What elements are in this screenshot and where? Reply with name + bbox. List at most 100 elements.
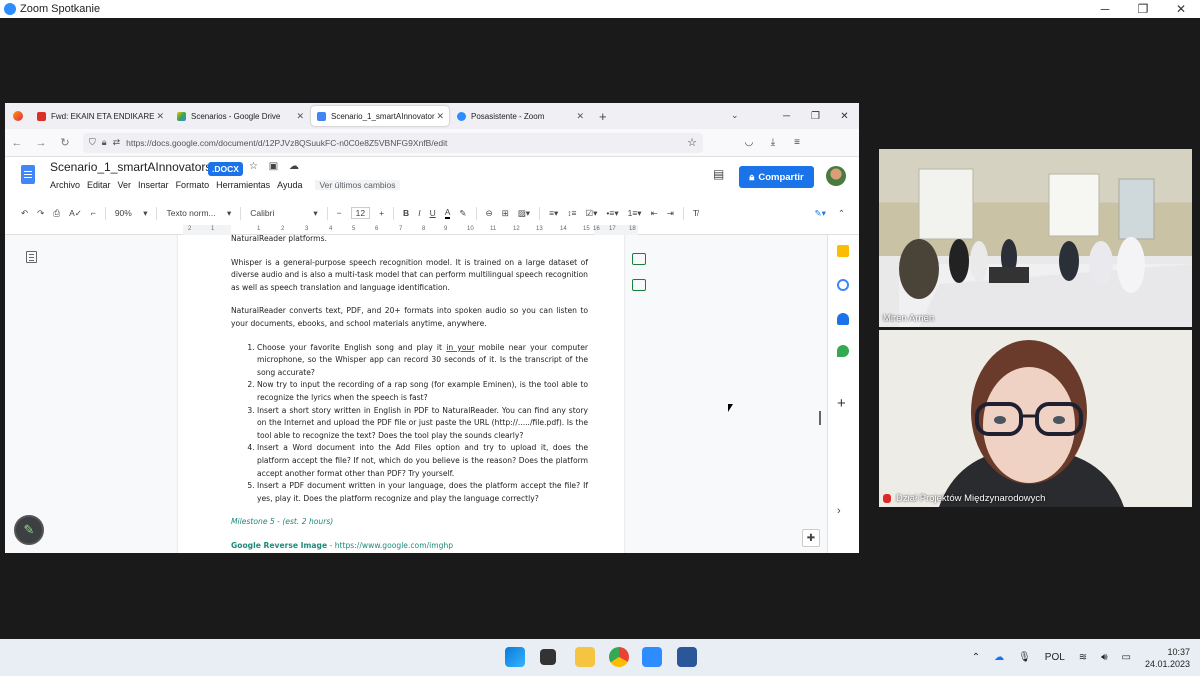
document-page[interactable]: NaturalReader platforms. Whisper is a ge… xyxy=(178,235,624,553)
tab-close-icon[interactable]: ✕ xyxy=(296,111,304,122)
lock-icon[interactable]: 🔒︎ xyxy=(102,137,107,148)
clock[interactable]: 10:37 24.01.2023 xyxy=(1145,646,1190,670)
pocket-icon[interactable]: ◡ xyxy=(737,137,761,148)
volume-icon[interactable]: 🔊︎ xyxy=(1101,652,1107,663)
docs-logo-icon[interactable] xyxy=(21,165,35,184)
font-size-decrease-icon[interactable]: − xyxy=(337,208,342,218)
permissions-icon[interactable]: ⇄ xyxy=(113,137,121,148)
tasks-icon[interactable] xyxy=(837,279,849,291)
italic-icon[interactable]: I xyxy=(418,208,420,218)
tab-gmail[interactable]: Fwd: EKAIN ETA ENDIKAREN OF ✕ xyxy=(31,106,169,126)
tab-zoom[interactable]: Posasistente - Zoom ✕ xyxy=(451,106,589,126)
file-explorer-icon[interactable] xyxy=(575,647,595,667)
font-size-increase-icon[interactable]: + xyxy=(379,208,384,218)
keep-icon[interactable] xyxy=(837,245,849,257)
menu-editar[interactable]: Editar xyxy=(87,180,111,190)
url-bar[interactable]: ⛉ 🔒︎ ⇄ https://docs.google.com/document/… xyxy=(83,132,703,153)
avatar[interactable] xyxy=(826,166,846,186)
increase-indent-icon[interactable]: ⇥ xyxy=(667,208,674,219)
underline-icon[interactable]: U xyxy=(430,208,436,218)
highlight-icon[interactable]: ✎ xyxy=(459,208,466,219)
shield-icon[interactable]: ⛉ xyxy=(89,137,96,148)
redo-icon[interactable]: ↷ xyxy=(37,208,44,219)
list-tabs-icon[interactable]: ⌄ xyxy=(731,110,739,121)
show-hidden-icons[interactable]: ⌃ xyxy=(972,652,980,663)
contacts-icon[interactable] xyxy=(837,313,849,325)
downloads-icon[interactable]: ⤓ xyxy=(761,137,785,148)
menu-formato[interactable]: Formato xyxy=(176,180,210,190)
menu-ayuda[interactable]: Ayuda xyxy=(277,180,302,190)
onedrive-icon[interactable]: ☁ xyxy=(994,652,1004,663)
participant-video-1[interactable]: Miren Arrien xyxy=(879,149,1192,327)
comments-icon[interactable]: ▤ xyxy=(713,167,724,181)
decrease-indent-icon[interactable]: ⇤ xyxy=(651,208,658,219)
close-icon[interactable]: ✕ xyxy=(1162,0,1200,18)
forward-icon[interactable]: → xyxy=(29,137,53,149)
menu-herramientas[interactable]: Herramientas xyxy=(216,180,270,190)
font-dropdown-icon[interactable]: ▾ xyxy=(313,208,317,219)
document-outline-icon[interactable] xyxy=(26,251,37,263)
insert-image-icon[interactable]: ▨▾ xyxy=(518,208,530,219)
undo-icon[interactable]: ↶ xyxy=(21,208,28,219)
minimize-icon[interactable]: ─ xyxy=(1086,0,1124,18)
wifi-icon[interactable]: ≋ xyxy=(1079,652,1087,663)
spellcheck-icon[interactable]: A✓ xyxy=(69,208,82,219)
font-select[interactable]: Calibri xyxy=(250,208,283,218)
chrome-icon[interactable] xyxy=(609,647,629,667)
checklist-icon[interactable]: ☑▾ xyxy=(586,208,598,219)
back-icon[interactable]: ← xyxy=(5,137,29,149)
paint-format-icon[interactable]: ⌐ xyxy=(91,208,96,218)
battery-icon[interactable]: ▭ xyxy=(1122,652,1131,663)
menu-ver[interactable]: Ver xyxy=(118,180,132,190)
bookmark-star-icon[interactable]: ☆ xyxy=(687,136,697,149)
close-icon[interactable]: ✕ xyxy=(830,111,859,122)
add-comment-icon[interactable] xyxy=(632,253,646,265)
font-size-input[interactable]: 12 xyxy=(350,207,371,219)
maximize-icon[interactable]: ❐ xyxy=(1124,0,1162,18)
word-icon[interactable] xyxy=(677,647,697,667)
document-content[interactable]: NaturalReader platforms. Whisper is a ge… xyxy=(231,235,588,553)
document-title[interactable]: Scenario_1_smartAInnovators xyxy=(50,160,211,174)
start-icon[interactable] xyxy=(505,647,525,667)
explore-icon[interactable]: ✚ xyxy=(802,529,820,547)
tab-drive[interactable]: Scenarios - Google Drive ✕ xyxy=(171,106,309,126)
text-color-icon[interactable]: A xyxy=(444,207,451,219)
scrollbar-thumb[interactable] xyxy=(819,411,821,425)
add-comment-icon[interactable]: ⊞ xyxy=(502,208,509,219)
expand-panel-icon[interactable]: › xyxy=(837,505,849,517)
edit-pencil-button[interactable]: ✎ xyxy=(14,515,44,545)
bulleted-list-icon[interactable]: •≡▾ xyxy=(606,208,618,219)
zoom-app-icon[interactable] xyxy=(642,647,662,667)
maps-icon[interactable] xyxy=(837,345,849,357)
participant-video-2[interactable]: Dział Projektów Międzynarodowych xyxy=(879,330,1192,507)
link-icon[interactable]: ⊖ xyxy=(486,208,493,219)
last-edit-link[interactable]: Ver últimos cambios xyxy=(315,180,400,190)
ruler[interactable]: 2 1 1 2 3 4 5 6 7 8 9 10 11 12 13 14 15 … xyxy=(5,225,859,235)
microphone-icon[interactable]: 🎙︎ xyxy=(1018,652,1031,663)
collapse-menus-icon[interactable]: ⌃ xyxy=(838,208,845,219)
numbered-list-icon[interactable]: 1≡▾ xyxy=(628,208,642,219)
new-tab-button[interactable]: + xyxy=(599,109,607,124)
suggest-edit-icon[interactable] xyxy=(632,279,646,291)
star-icon[interactable]: ☆ xyxy=(249,161,258,172)
menu-icon[interactable]: ≡ xyxy=(785,137,809,148)
tab-close-icon[interactable]: ✕ xyxy=(156,111,164,122)
minimize-icon[interactable]: ─ xyxy=(772,111,801,122)
clear-formatting-icon[interactable]: T̸ xyxy=(693,208,698,218)
print-icon[interactable]: ⎙ xyxy=(53,208,60,219)
maximize-icon[interactable]: ❐ xyxy=(801,111,830,122)
language-indicator[interactable]: POL xyxy=(1045,652,1065,663)
share-button[interactable]: 🔒︎ Compartir xyxy=(739,166,814,188)
tab-close-icon[interactable]: ✕ xyxy=(576,111,584,122)
editing-mode-icon[interactable]: ✎▾ xyxy=(814,208,825,219)
align-icon[interactable]: ≡▾ xyxy=(549,208,558,219)
tab-docs[interactable]: Scenario_1_smartAInnovators.d ✕ xyxy=(311,106,449,126)
line-spacing-icon[interactable]: ↕≡ xyxy=(567,208,576,218)
cloud-status-icon[interactable]: ☁ xyxy=(289,161,299,172)
reference-link[interactable]: https://www.google.com/imghp xyxy=(335,541,453,550)
bold-icon[interactable]: B xyxy=(403,208,409,218)
zoom-select[interactable]: 90% ▾ xyxy=(115,208,148,219)
move-folder-icon[interactable]: ▣ xyxy=(269,161,278,172)
add-ons-icon[interactable]: + xyxy=(837,395,849,412)
tab-close-icon[interactable]: ✕ xyxy=(436,111,444,122)
